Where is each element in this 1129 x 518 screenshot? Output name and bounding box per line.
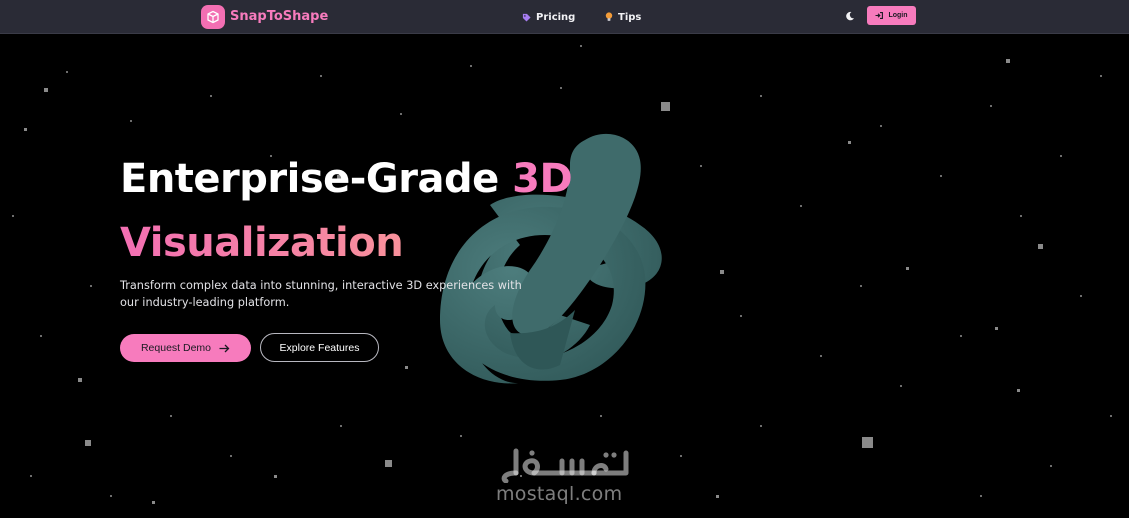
request-demo-button[interactable]: Request Demo [120,334,251,362]
hero-section: Enterprise-Grade 3D Visualization Transf… [0,35,1129,518]
cube-icon [201,4,225,29]
request-demo-label: Request Demo [140,342,212,354]
top-navbar: SnapToShape Pricing Tips Login [0,0,1129,34]
hero-title-accent: 3D [512,156,573,202]
mostaql-arabic-logo [501,448,629,483]
nav-pricing-label: Pricing [536,11,576,23]
mostaql-watermark: mostaql.com [494,445,634,511]
tag-icon [522,13,531,22]
theme-toggle-button[interactable] [842,8,858,24]
hero-title-line2: Visualization [120,211,572,275]
arrow-right-icon [219,344,230,353]
lightbulb-icon [605,12,613,22]
nav-tips-link[interactable]: Tips [605,9,641,25]
brand-name: SnapToShape [230,9,329,24]
explore-features-button[interactable]: Explore Features [260,333,379,362]
explore-features-label: Explore Features [279,341,360,354]
nav-tips-label: Tips [618,11,642,23]
hero-title-part1: Enterprise-Grade [120,156,513,202]
mostaql-latin-text: mostaql.com [496,483,623,505]
moon-icon [845,11,855,21]
login-label: Login [888,12,908,19]
sign-in-icon [875,12,884,19]
brand-link[interactable]: SnapToShape [201,4,328,29]
nav-pricing-link[interactable]: Pricing [522,9,575,25]
hero-title: Enterprise-Grade 3D Visualization [120,147,573,275]
login-button[interactable]: Login [867,6,916,25]
hero-title-line1: Enterprise-Grade 3D [120,147,573,211]
hero-subtitle: Transform complex data into stunning, in… [120,279,522,309]
